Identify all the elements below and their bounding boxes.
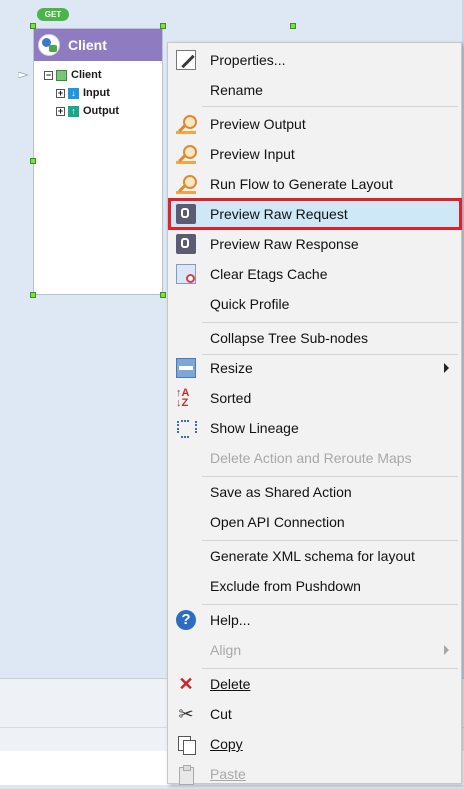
resize-handle[interactable] (30, 23, 36, 29)
expand-icon[interactable]: + (56, 88, 65, 98)
copy-icon (176, 734, 196, 755)
preview-magnifier-icon (176, 174, 197, 194)
lineage-icon (176, 418, 197, 438)
element-icon (56, 69, 67, 81)
menu-item-quick-profile[interactable]: Quick Profile (170, 289, 459, 319)
menu-item-preview-raw-response[interactable]: Preview Raw Response (170, 229, 459, 259)
submenu-arrow-icon (444, 645, 449, 655)
menu-item-preview-input[interactable]: Preview Input (170, 139, 459, 169)
menu-item-copy[interactable]: Copy (170, 729, 459, 759)
connector-pin-icon[interactable] (18, 72, 28, 78)
menu-item-open-api-connection[interactable]: Open API Connection (170, 507, 459, 537)
preview-magnifier-icon (176, 114, 197, 134)
menu-item-show-lineage[interactable]: Show Lineage (170, 413, 459, 443)
http-method-badge: GET (37, 8, 69, 21)
node-tree: − Client + ↓ Input + ↑ Output (44, 69, 119, 123)
menu-item-rename[interactable]: Rename (170, 75, 459, 105)
context-menu: Properties... Rename Preview Output Prev… (167, 42, 462, 785)
menu-item-preview-output[interactable]: Preview Output (170, 109, 459, 139)
menu-item-save-shared-action[interactable]: Save as Shared Action (170, 477, 459, 507)
node-header[interactable]: Client (34, 29, 162, 61)
preview-magnifier-icon (176, 144, 197, 164)
api-logo-icon (38, 34, 60, 56)
help-icon: ? (176, 610, 196, 630)
menu-item-exclude-pushdown[interactable]: Exclude from Pushdown (170, 571, 459, 601)
raw-response-icon (176, 234, 196, 254)
delete-icon: ✕ (178, 674, 194, 694)
cut-icon: ✂ (178, 704, 194, 724)
resize-handle[interactable] (30, 292, 36, 298)
sort-az-icon: ↑A ↓Z (176, 387, 190, 409)
menu-item-delete[interactable]: ✕ Delete (170, 669, 459, 699)
menu-item-paste: Paste (170, 759, 459, 789)
resize-handle[interactable] (160, 292, 166, 298)
resize-handle[interactable] (160, 23, 166, 29)
node-title: Client (68, 37, 107, 53)
resize-handle[interactable] (290, 23, 296, 29)
expand-icon[interactable]: + (56, 106, 65, 116)
tree-row-input[interactable]: + ↓ Input (56, 87, 119, 105)
submenu-arrow-icon (444, 363, 449, 373)
tree-label: Output (83, 105, 120, 117)
tree-row-output[interactable]: + ↑ Output (56, 105, 119, 123)
resize-icon (176, 358, 196, 378)
resize-handle[interactable] (30, 158, 36, 164)
client-node[interactable]: Client − Client + ↓ Input + ↑ Output (33, 28, 163, 295)
menu-item-align: Align (170, 635, 459, 665)
paste-icon (176, 764, 196, 785)
properties-icon (176, 50, 196, 70)
tree-label: Client (71, 69, 102, 81)
menu-item-help[interactable]: ? Help... (170, 605, 459, 635)
tree-row-root[interactable]: − Client (44, 69, 107, 87)
menu-item-collapse-tree[interactable]: Collapse Tree Sub-nodes (170, 323, 459, 353)
menu-separator (202, 106, 458, 107)
menu-item-generate-xml-schema[interactable]: Generate XML schema for layout (170, 541, 459, 571)
menu-item-clear-etags[interactable]: Clear Etags Cache (170, 259, 459, 289)
highlight-box (168, 198, 462, 230)
tree-label: Input (83, 87, 110, 99)
clear-cache-icon (176, 264, 196, 284)
menu-item-resize[interactable]: Resize (170, 353, 459, 383)
menu-item-properties[interactable]: Properties... (170, 45, 459, 75)
collapse-icon[interactable]: − (44, 70, 53, 80)
menu-item-cut[interactable]: ✂ Cut (170, 699, 459, 729)
output-arrow-icon: ↑ (68, 105, 79, 117)
menu-item-run-flow[interactable]: Run Flow to Generate Layout (170, 169, 459, 199)
menu-item-sorted[interactable]: ↑A ↓Z Sorted (170, 383, 459, 413)
menu-item-delete-action-reroute: Delete Action and Reroute Maps (210, 450, 412, 466)
input-arrow-icon: ↓ (68, 87, 79, 99)
